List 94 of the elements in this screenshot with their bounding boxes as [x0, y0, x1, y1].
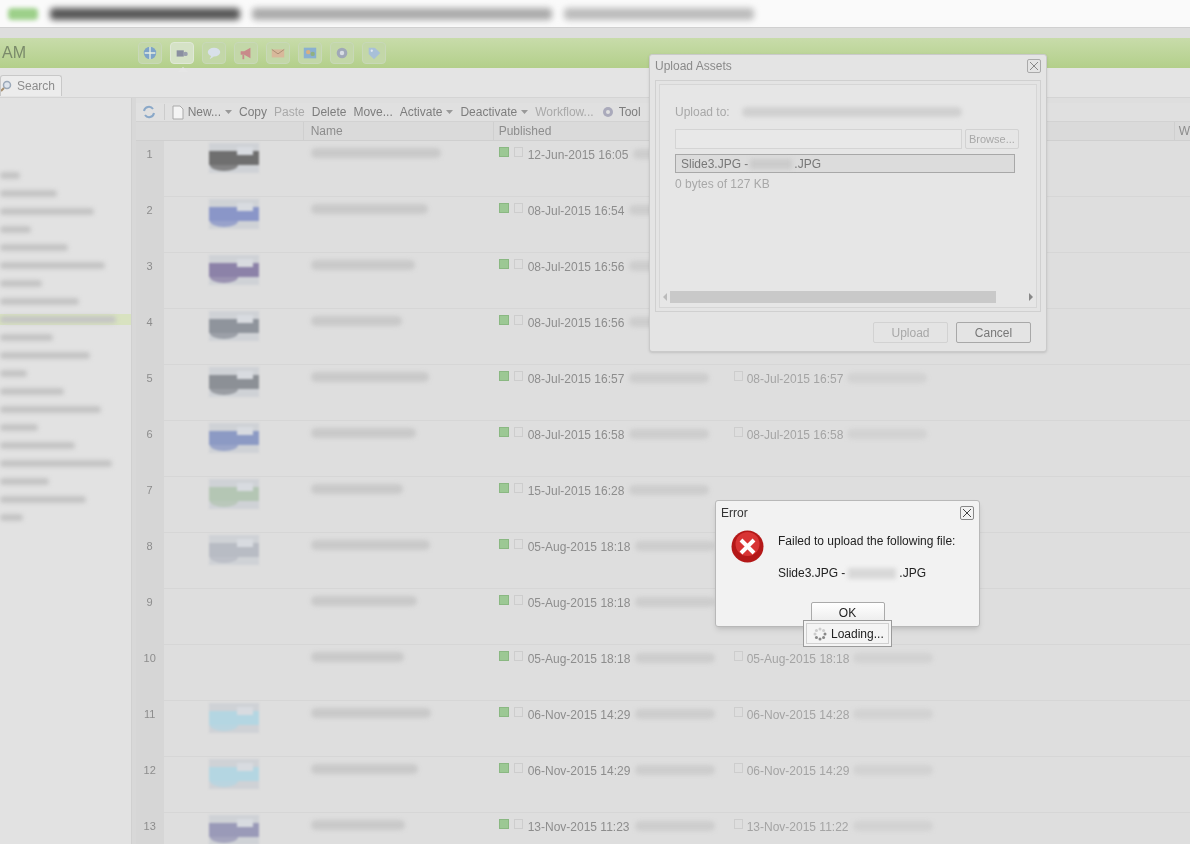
published-date: 05-Aug-2015 18:18: [527, 651, 631, 668]
loading-indicator: Loading...: [803, 620, 892, 647]
close-icon: [963, 509, 971, 517]
nav-button[interactable]: [362, 42, 386, 64]
app-title: AM: [1, 43, 27, 63]
modified-date: 08-Jul-2015 16:57: [746, 371, 844, 388]
tools-button[interactable]: Tool: [600, 103, 641, 121]
search-tab[interactable]: Search: [0, 75, 63, 96]
nav-button[interactable]: [234, 42, 258, 64]
table-row[interactable]: 6 08-Jul-2015 16:58 08-Jul-2015 16:58: [135, 421, 1190, 477]
nav-button[interactable]: [266, 42, 290, 64]
row-number: 8: [135, 533, 164, 588]
close-button[interactable]: [960, 506, 974, 520]
caret-icon: [521, 110, 529, 114]
browse-button[interactable]: Browse...: [965, 129, 1019, 149]
table-row[interactable]: 5 08-Jul-2015 16:57 08-Jul-2015 16:57: [135, 365, 1190, 421]
error-icon: [731, 530, 764, 563]
published-icon: [498, 259, 509, 269]
toolbar-button[interactable]: Copy: [239, 103, 268, 121]
modified-date: 13-Nov-2015 11:22: [746, 819, 849, 836]
published-icon: [498, 427, 509, 437]
toolbar-button[interactable]: Delete: [311, 103, 347, 121]
tree-item[interactable]: [0, 314, 131, 325]
published-date: 06-Nov-2015 14:29: [527, 707, 631, 724]
published-date: 08-Jul-2015 16:57: [527, 371, 625, 388]
table-row[interactable]: 12 06-Nov-2015 14:29 06-Nov-2015 14:29: [135, 757, 1190, 813]
row-number: 7: [135, 477, 164, 532]
cancel-button[interactable]: Cancel: [956, 322, 1031, 343]
caret-icon: [225, 110, 232, 114]
published-icon: [498, 707, 509, 717]
nav-button[interactable]: [298, 42, 322, 64]
table-row[interactable]: 11 06-Nov-2015 14:29 06-Nov-2015 14:28: [135, 701, 1190, 757]
published-date: 06-Nov-2015 14:29: [527, 763, 631, 780]
modified-date: 08-Jul-2015 16:58: [746, 427, 844, 444]
published-icon: [498, 147, 509, 157]
modified-date: 06-Nov-2015 14:29: [746, 763, 850, 780]
speech-bubble-icon: [206, 45, 222, 61]
nav-button[interactable]: [138, 42, 162, 64]
published-date: 08-Jul-2015 16:58: [527, 427, 625, 444]
published-icon: [498, 595, 509, 605]
menu-button[interactable]: Deactivate: [460, 103, 529, 121]
spinner-icon: [813, 626, 827, 641]
published-icon: [498, 371, 509, 381]
row-number: 5: [135, 365, 164, 420]
published-date: 12-Jun-2015 16:05: [527, 147, 629, 164]
row-number: 11: [135, 701, 164, 756]
upload-to-label: Upload to:: [675, 104, 730, 121]
tag-icon: [366, 45, 382, 61]
modified-date: 06-Nov-2015 14:28: [746, 707, 850, 724]
published-icon: [498, 539, 509, 549]
modified-date: 05-Aug-2015 18:18: [746, 651, 850, 668]
published-date: 05-Aug-2015 18:18: [527, 539, 631, 556]
published-date: 13-Nov-2015 11:23: [527, 819, 630, 836]
table-row[interactable]: 10 05-Aug-2015 18:18 05-Aug-2015 18:18: [135, 645, 1190, 701]
published-date: 08-Jul-2015 16:56: [527, 259, 625, 276]
row-number: 1: [135, 141, 164, 196]
toolbar-button[interactable]: Move...: [353, 103, 393, 121]
published-icon: [498, 819, 509, 829]
published-date: 15-Jul-2015 16:28: [527, 483, 625, 500]
caret-icon: [446, 110, 454, 114]
row-number: 3: [135, 253, 164, 308]
row-number: 4: [135, 309, 164, 364]
row-number: 2: [135, 197, 164, 252]
published-icon: [498, 203, 509, 213]
error-message: Failed to upload the following file:: [778, 533, 956, 550]
dialog-title: Upload Assets: [655, 58, 732, 75]
file-entry: Slide3.JPG - .JPG: [675, 154, 1015, 173]
refresh-icon: [140, 104, 157, 120]
people-icon: [302, 45, 318, 61]
row-number: 13: [135, 813, 164, 844]
published-icon: [498, 315, 509, 325]
column-header[interactable]: Name: [303, 122, 494, 140]
column-header[interactable]: W: [1173, 122, 1190, 140]
published-icon: [498, 483, 509, 493]
dialog-title: Error: [721, 505, 748, 522]
row-number: 12: [135, 757, 164, 812]
published-icon: [498, 763, 509, 773]
table-row[interactable]: 13 13-Nov-2015 11:23 13-Nov-2015 11:22: [135, 813, 1190, 844]
published-date: 08-Jul-2015 16:54: [527, 203, 625, 220]
close-icon: [1030, 62, 1038, 70]
document-icon: [171, 104, 184, 120]
globe-icon: [142, 45, 158, 61]
published-date: 08-Jul-2015 16:56: [527, 315, 625, 332]
menu-button[interactable]: New...: [171, 103, 232, 121]
failed-file-name: Slide3.JPG - .JPG: [778, 565, 928, 582]
menu-button[interactable]: Activate: [399, 103, 454, 121]
nav-button[interactable]: [330, 42, 354, 64]
published-date: 05-Aug-2015 18:18: [527, 595, 631, 612]
published-icon: [498, 651, 509, 661]
row-number: 6: [135, 421, 164, 476]
nav-button[interactable]: [202, 42, 226, 64]
row-number: 10: [135, 645, 164, 700]
row-number: 9: [135, 589, 164, 644]
search-icon: [1, 80, 13, 92]
